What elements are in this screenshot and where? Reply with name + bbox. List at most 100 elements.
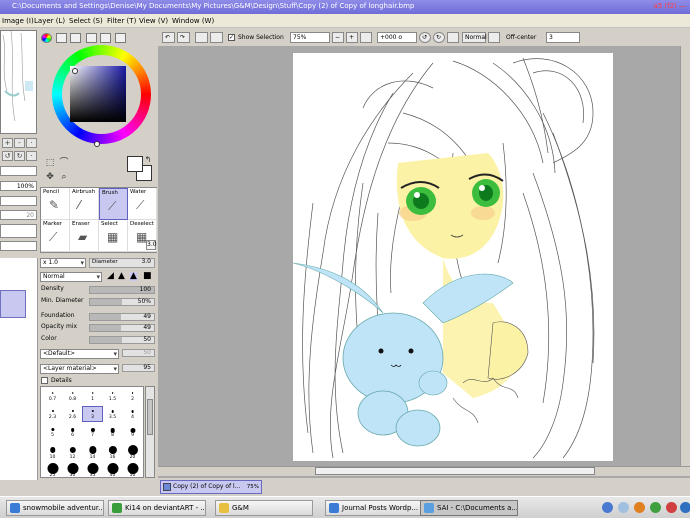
swatch-tab-icon[interactable] xyxy=(115,33,126,43)
brush-shape-hard-icon[interactable]: ■ xyxy=(143,272,152,281)
zoom-icon[interactable]: ⌕ xyxy=(58,171,70,183)
rgb-slider-tab-icon[interactable] xyxy=(56,33,67,43)
hue-cursor[interactable] xyxy=(94,141,100,147)
nav-mode-field[interactable] xyxy=(0,196,37,206)
brush-size-cell[interactable]: 16 xyxy=(103,443,122,460)
tray-antivirus-icon[interactable] xyxy=(666,502,677,513)
nav-angle-field[interactable]: 20 xyxy=(0,210,37,220)
tray-update-icon[interactable] xyxy=(680,502,690,513)
nav-zoom-reset-button[interactable]: · xyxy=(26,138,37,148)
hsv-slider-tab-icon[interactable] xyxy=(70,33,81,43)
brush-size-cell[interactable]: 3.5 xyxy=(103,407,122,421)
taskbar-button-4[interactable]: SAI - C:\Documents a... xyxy=(420,500,518,516)
undo-button[interactable]: ↶ xyxy=(162,32,175,43)
brush-size-cell[interactable]: 20 xyxy=(123,443,142,460)
brush-size-cell[interactable]: 2.3 xyxy=(43,407,62,421)
brush-size-scrollbar[interactable] xyxy=(145,386,155,478)
invert-selection-button[interactable] xyxy=(210,32,223,43)
drawing-canvas[interactable] xyxy=(293,53,613,461)
canvas-hscroll-thumb[interactable] xyxy=(315,467,595,475)
shape-slider[interactable]: 50 xyxy=(122,349,155,357)
param-slider-4[interactable]: 50 xyxy=(89,336,155,344)
palette-tab-icon[interactable] xyxy=(86,33,97,43)
rect-select-icon[interactable]: ⬚ xyxy=(44,157,56,169)
tool-eraser[interactable]: Eraser ▰ xyxy=(70,220,99,252)
document-tab[interactable]: Copy (2) of Copy of l... 75% xyxy=(160,480,262,494)
saturation-value-square[interactable] xyxy=(70,66,126,122)
nav-rotate-left-button[interactable]: ↺ xyxy=(2,151,13,161)
brush-size-cell[interactable]: 4 xyxy=(123,407,142,421)
param-slider-0[interactable]: 100 xyxy=(89,286,155,294)
rotate-reset-button[interactable] xyxy=(447,32,459,43)
brush-size-cell[interactable]: 0.7 xyxy=(43,389,62,403)
param-slider-3[interactable]: 49 xyxy=(89,324,155,332)
menu-layer[interactable]: Layer (L) xyxy=(34,17,65,25)
diameter-slider[interactable]: Diameter 3.0 xyxy=(89,258,155,268)
tool-brush[interactable]: Brush ⟋ xyxy=(99,188,128,220)
brush-size-cell[interactable]: 2 xyxy=(123,389,142,403)
zoom-out-button[interactable]: − xyxy=(332,32,344,43)
details-checkbox[interactable] xyxy=(41,377,48,384)
rotate-right-button[interactable]: ↻ xyxy=(433,32,445,43)
brush-size-cell[interactable]: 12 xyxy=(63,443,82,460)
menu-image[interactable]: Image (I) xyxy=(2,17,34,25)
taskbar-button-1[interactable]: Ki14 on deviantART - ... xyxy=(108,500,206,516)
brush-size-cell[interactable]: 30 xyxy=(63,461,82,478)
lasso-icon[interactable]: ⌒ xyxy=(58,157,70,169)
menu-view[interactable]: View (V) xyxy=(139,17,168,25)
navigator-thumbnail[interactable] xyxy=(0,30,37,134)
zoom-select[interactable]: 75% xyxy=(290,32,330,43)
tool-pencil[interactable]: Pencil ✎ xyxy=(41,188,70,220)
brush-size-cell[interactable]: 10 xyxy=(43,443,62,460)
show-selection-checkbox[interactable]: ✓ xyxy=(228,34,235,41)
param-slider-2[interactable]: 49 xyxy=(89,313,155,321)
brush-size-cell[interactable]: 0.8 xyxy=(63,389,82,403)
nav-rotate-right-button[interactable]: ↻ xyxy=(14,151,25,161)
rotation-field[interactable]: +000 o xyxy=(377,32,417,43)
layer-option-field[interactable] xyxy=(0,224,37,238)
param-slider-1[interactable]: 50% xyxy=(89,298,155,306)
brush-shape-flat-icon[interactable]: ◢ xyxy=(107,272,114,281)
tool-select[interactable]: Select ▦ xyxy=(99,220,128,252)
texture-slider[interactable]: 95 xyxy=(122,364,155,372)
layer-item-selected[interactable] xyxy=(0,290,26,318)
brush-shape-round-icon[interactable]: ▲ xyxy=(118,272,125,281)
tray-messenger-icon[interactable] xyxy=(650,502,661,513)
texture-select[interactable]: <Layer material> xyxy=(40,364,119,374)
brush-size-cell[interactable]: 9 xyxy=(123,425,142,439)
menu-filter[interactable]: Filter (T) xyxy=(107,17,136,25)
scratchpad-tab-icon[interactable] xyxy=(100,33,111,43)
menu-select[interactable]: Select (S) xyxy=(69,17,103,25)
brush-size-cell[interactable]: 25 xyxy=(43,461,62,478)
sv-cursor[interactable] xyxy=(72,68,78,74)
brush-size-cell[interactable]: 6 xyxy=(63,425,82,439)
brush-size-scroll-thumb[interactable] xyxy=(147,399,153,435)
nav-rotate-reset-button[interactable]: · xyxy=(26,151,37,161)
brush-size-cell[interactable]: 1.5 xyxy=(103,389,122,403)
taskbar-button-0[interactable]: snowmobile adventur... xyxy=(6,500,104,516)
rotate-left-button[interactable]: ↺ xyxy=(419,32,431,43)
nav-empty-field[interactable] xyxy=(0,166,37,176)
brush-size-cell[interactable]: 8 xyxy=(103,425,122,439)
nav-zoom-percent[interactable]: 100% xyxy=(0,181,37,191)
taskbar-button-3[interactable]: Journal Posts Wordp... xyxy=(325,500,423,516)
zoom-reset-button[interactable] xyxy=(360,32,372,43)
nav-zoom-in-button[interactable]: + xyxy=(2,138,13,148)
tool-airbrush[interactable]: Airbrush ⁄ xyxy=(70,188,99,220)
tool-size-value[interactable]: 3.0 xyxy=(146,240,157,250)
foreground-color-swatch[interactable] xyxy=(127,156,143,172)
brush-size-cell[interactable]: 5 xyxy=(43,425,62,439)
color-wheel-tab-icon[interactable] xyxy=(41,33,52,43)
menu-window[interactable]: Window (W) xyxy=(172,17,214,25)
canvas-vscrollbar[interactable] xyxy=(680,46,690,466)
layer-option-field-2[interactable] xyxy=(0,241,37,251)
tray-firefox-icon[interactable] xyxy=(634,502,645,513)
swap-colors-icon[interactable]: ↰ xyxy=(142,154,154,166)
brush-size-cell[interactable]: 1 xyxy=(83,389,102,403)
offcenter-select[interactable]: 3 xyxy=(546,32,580,43)
taskbar-button-2[interactable]: G&M xyxy=(215,500,313,516)
brush-scale-select[interactable]: x 1.0 xyxy=(40,258,86,268)
flip-view-button[interactable] xyxy=(488,32,500,43)
brush-shape-soft-icon[interactable]: ▲ xyxy=(130,272,137,281)
zoom-in-button[interactable]: + xyxy=(346,32,358,43)
